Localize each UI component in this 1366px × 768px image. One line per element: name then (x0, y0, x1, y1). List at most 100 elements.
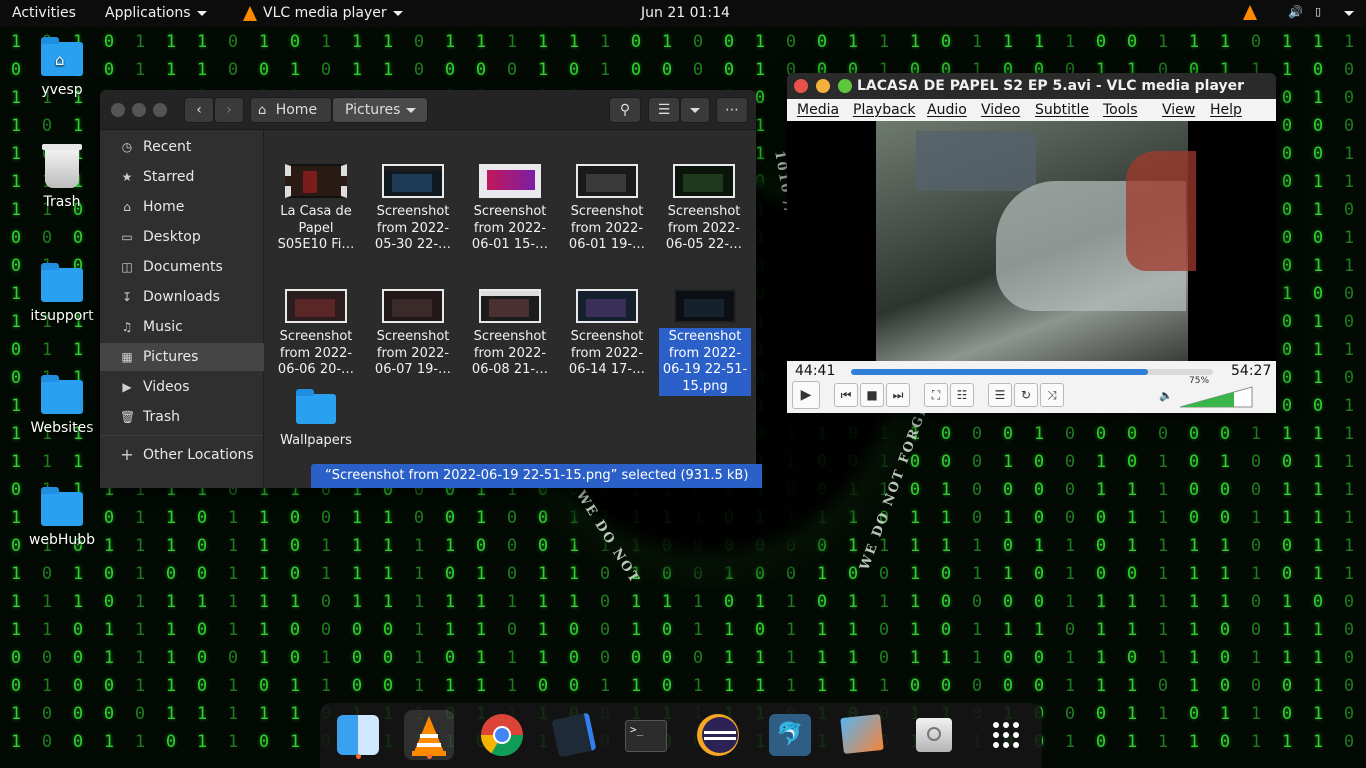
loop-icon: ↻ (1020, 388, 1032, 402)
eclipse-icon (697, 714, 739, 756)
seek-slider[interactable] (851, 369, 1213, 375)
file-grid: La Casa de Papel S05E10 Fi… Screenshot f… (265, 130, 756, 488)
video-thumbnail-icon (285, 164, 347, 198)
menu-button[interactable]: ⋯ (716, 97, 748, 123)
mysql-workbench-app[interactable]: 🐬 (765, 710, 815, 760)
menu-playback[interactable]: Playback (853, 99, 915, 121)
file-item[interactable]: La Casa de Papel S05E10 Fi… (271, 164, 361, 255)
file-name: Screenshot from 2022-06-07 19-… (374, 329, 452, 377)
fullscreen-button[interactable]: ⛶ (924, 383, 948, 407)
vlc-controls: 44:41 54:27 ▶ ⏮ ■ ⏭ ⛶ ☷ ☰ ↻ ⤨ 🔈 75% (787, 361, 1276, 413)
extended-settings-button[interactable]: ☷ (950, 383, 974, 407)
image-thumbnail-icon (673, 164, 735, 198)
system-menu-icon[interactable] (1338, 5, 1354, 21)
path-home-button[interactable]: ⌂ Home (250, 97, 332, 123)
window-title: LACASA DE PAPEL S2 EP 5.avi - VLC media … (857, 78, 1245, 94)
search-button[interactable]: ⚲ (609, 97, 641, 123)
mysql-workbench-icon: 🐬 (769, 714, 811, 756)
app-menu[interactable]: VLC media player (243, 5, 403, 21)
maximize-button[interactable] (838, 79, 852, 93)
sidebar-item-pictures[interactable]: ▦ Pictures (100, 343, 264, 371)
vlc-window: LACASA DE PAPEL S2 EP 5.avi - VLC media … (787, 73, 1276, 413)
file-item[interactable]: Screenshot from 2022-06-14 17-… (562, 289, 652, 380)
file-item[interactable]: Screenshot from 2022-06-05 22-… (659, 164, 749, 255)
menu-view[interactable]: View (1162, 99, 1195, 121)
desktop-icon: ▭ (121, 230, 133, 244)
finder-app[interactable] (333, 710, 383, 760)
file-item[interactable]: Screenshot from 2022-06-01 15-… (465, 164, 555, 255)
image-thumbnail-icon (674, 289, 736, 323)
battery-icon[interactable]: ▯ (1315, 5, 1321, 18)
search-icon: ⚲ (619, 102, 631, 118)
forward-button[interactable]: › (214, 97, 244, 123)
loop-button[interactable]: ↻ (1014, 383, 1038, 407)
shuffle-button[interactable]: ⤨ (1040, 383, 1064, 407)
vlc-tray-icon[interactable] (1243, 4, 1257, 20)
file-item[interactable]: Screenshot from 2022-05-30 22-… (368, 164, 458, 255)
home-folder-icon: ⌂ (41, 37, 83, 76)
close-button[interactable] (794, 79, 808, 93)
path-pictures-button[interactable]: Pictures (332, 97, 428, 123)
home-icon: ⌂ (258, 103, 267, 118)
menu-audio[interactable]: Audio (927, 99, 967, 121)
menu-subtitle[interactable]: Subtitle (1035, 99, 1089, 121)
minimize-button[interactable] (132, 103, 146, 117)
activities-button[interactable]: Activities (12, 5, 76, 21)
clock[interactable]: Jun 21 01:14 (641, 5, 730, 21)
image-viewer-icon (840, 714, 884, 754)
minimize-button[interactable] (816, 79, 830, 93)
image-viewer-app[interactable] (837, 710, 887, 760)
applications-menu[interactable]: Applications (105, 5, 207, 21)
maximize-button[interactable] (153, 103, 167, 117)
menu-help[interactable]: Help (1210, 99, 1242, 121)
sidebar-item-label: Home (143, 199, 185, 215)
disk-app[interactable] (909, 710, 959, 760)
sidebar-item-recent[interactable]: ◷ Recent (100, 133, 264, 161)
volume-icon[interactable]: 🔊 (1288, 5, 1303, 19)
desktop-icon-webhubb[interactable]: webHubb (7, 487, 117, 548)
file-item[interactable]: Screenshot from 2022-06-01 19-… (562, 164, 652, 255)
show-apps-button[interactable] (981, 710, 1031, 760)
menu-media[interactable]: Media (797, 99, 839, 121)
play-button[interactable]: ▶ (792, 381, 820, 409)
sidebar-item-home[interactable]: ⌂ Home (100, 193, 264, 221)
chrome-app[interactable] (477, 710, 527, 760)
menu-video[interactable]: Video (981, 99, 1020, 121)
desktop-icon-label: webHubb (28, 532, 96, 548)
sidebar-item-other-locations[interactable]: + Other Locations (100, 441, 264, 469)
vlc-titlebar: LACASA DE PAPEL S2 EP 5.avi - VLC media … (787, 73, 1276, 99)
terminal-app[interactable]: >_ (621, 710, 671, 760)
download-icon: ↧ (121, 290, 133, 304)
file-item-selected[interactable]: Screenshot from 2022-06-19 22-51-15.png (659, 289, 751, 396)
menu-tools[interactable]: Tools (1103, 99, 1138, 121)
close-button[interactable] (111, 103, 125, 117)
documents-icon: ◫ (121, 260, 133, 274)
file-item[interactable]: Wallpapers (271, 389, 361, 451)
file-item[interactable]: Screenshot from 2022-06-06 20-… (271, 289, 361, 380)
sidebar-item-videos[interactable]: ▶ Videos (100, 373, 264, 401)
eclipse-app[interactable] (693, 710, 743, 760)
volume-slider[interactable] (1180, 386, 1254, 408)
vscode-app[interactable] (549, 710, 599, 760)
next-button[interactable]: ⏭ (886, 383, 910, 407)
sidebar-item-trash[interactable]: 🗑 Trash (100, 403, 264, 431)
previous-button[interactable]: ⏮ (834, 383, 858, 407)
list-view-button[interactable]: ☰ (648, 97, 680, 123)
back-button[interactable]: ‹ (184, 97, 214, 123)
view-options-button[interactable] (680, 97, 710, 123)
stop-button[interactable]: ■ (860, 383, 884, 407)
sidebar-item-desktop[interactable]: ▭ Desktop (100, 223, 264, 251)
video-area[interactable] (787, 121, 1276, 361)
sidebar-item-starred[interactable]: ★ Starred (100, 163, 264, 191)
sidebar-item-documents[interactable]: ◫ Documents (100, 253, 264, 281)
file-item[interactable]: Screenshot from 2022-06-08 21-… (465, 289, 555, 380)
selection-status: “Screenshot from 2022-06-19 22-51-15.png… (311, 464, 763, 488)
vlc-app[interactable] (404, 710, 454, 760)
sidebar-item-music[interactable]: ♫ Music (100, 313, 264, 341)
vscode-icon (551, 712, 597, 758)
playlist-button[interactable]: ☰ (988, 383, 1012, 407)
sidebar-item-downloads[interactable]: ↧ Downloads (100, 283, 264, 311)
file-item[interactable]: Screenshot from 2022-06-07 19-… (368, 289, 458, 380)
speaker-icon[interactable]: 🔈 (1159, 389, 1173, 402)
app-menu-label: VLC media player (263, 5, 387, 21)
